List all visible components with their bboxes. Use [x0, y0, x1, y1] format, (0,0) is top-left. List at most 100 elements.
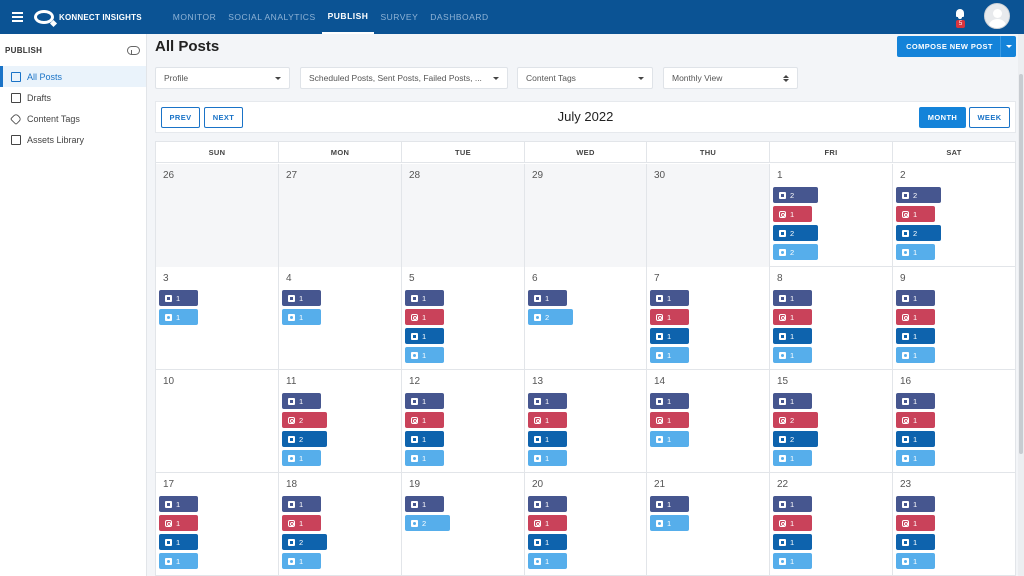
calendar-day-cell[interactable]: 16 1 1 1 1	[893, 370, 1015, 473]
instagram-post-count-chip[interactable]: 1	[773, 309, 812, 325]
facebook-post-count-chip[interactable]: 1	[650, 393, 689, 409]
twitter-post-count-chip[interactable]: 1	[896, 244, 935, 260]
linkedin-post-count-chip[interactable]: 1	[528, 534, 567, 550]
calendar-day-cell[interactable]: 411	[279, 267, 402, 370]
page-scrollbar[interactable]	[1018, 34, 1024, 576]
calendar-day-cell[interactable]: 30	[647, 164, 770, 267]
twitter-post-count-chip[interactable]: 1	[650, 431, 689, 447]
linkedin-post-count-chip[interactable]: 2	[773, 431, 818, 447]
twitter-post-count-chip[interactable]: 1	[405, 450, 444, 466]
twitter-post-count-chip[interactable]: 1	[773, 450, 812, 466]
twitter-post-count-chip[interactable]: 1	[650, 347, 689, 363]
instagram-post-count-chip[interactable]: 1	[159, 515, 198, 531]
twitter-post-count-chip[interactable]: 1	[282, 309, 321, 325]
calendar-day-cell[interactable]: 10	[156, 370, 279, 473]
facebook-post-count-chip[interactable]: 1	[159, 496, 198, 512]
twitter-post-count-chip[interactable]: 1	[405, 347, 444, 363]
facebook-post-count-chip[interactable]: 1	[405, 393, 444, 409]
calendar-day-cell[interactable]: 61 2	[525, 267, 647, 370]
instagram-post-count-chip[interactable]: 1	[405, 412, 444, 428]
twitter-post-count-chip[interactable]: 1	[896, 347, 935, 363]
calendar-day-cell[interactable]: 91111	[893, 267, 1015, 370]
nav-survey[interactable]: SURVEY	[374, 0, 424, 34]
hamburger-menu-icon[interactable]	[2, 0, 32, 34]
profile-filter-select[interactable]: Profile	[155, 67, 290, 89]
twitter-post-count-chip[interactable]: 1	[896, 553, 935, 569]
facebook-post-count-chip[interactable]: 1	[896, 290, 935, 306]
instagram-post-count-chip[interactable]: 1	[773, 206, 812, 222]
linkedin-post-count-chip[interactable]: 1	[528, 431, 567, 447]
calendar-day-cell[interactable]: 27	[279, 164, 402, 267]
facebook-post-count-chip[interactable]: 1	[528, 496, 567, 512]
brand-logo[interactable]: KONNECT INSIGHTS	[34, 10, 142, 24]
facebook-post-count-chip[interactable]: 1	[650, 496, 689, 512]
instagram-post-count-chip[interactable]: 1	[896, 412, 935, 428]
calendar-day-cell[interactable]: 17 1 1 1 1	[156, 473, 279, 576]
linkedin-post-count-chip[interactable]: 1	[896, 431, 935, 447]
month-view-button[interactable]: MONTH	[919, 107, 966, 128]
calendar-day-cell[interactable]: 13 1 1 1 1	[525, 370, 647, 473]
facebook-post-count-chip[interactable]: 1	[282, 290, 321, 306]
twitter-post-count-chip[interactable]: 1	[528, 553, 567, 569]
facebook-post-count-chip[interactable]: 1	[773, 393, 812, 409]
twitter-post-count-chip[interactable]: 2	[528, 309, 573, 325]
compose-new-post-button[interactable]: COMPOSE NEW POST	[897, 36, 1016, 57]
instagram-post-count-chip[interactable]: 2	[282, 412, 327, 428]
calendar-day-cell[interactable]: 26	[156, 164, 279, 267]
instagram-post-count-chip[interactable]: 1	[650, 412, 689, 428]
twitter-post-count-chip[interactable]: 1	[773, 553, 812, 569]
instagram-post-count-chip[interactable]: 1	[528, 515, 567, 531]
twitter-post-count-chip[interactable]: 2	[405, 515, 450, 531]
calendar-day-cell[interactable]: 23 1 1 1 1	[893, 473, 1015, 576]
cloud-upload-icon[interactable]	[127, 45, 140, 55]
instagram-post-count-chip[interactable]: 1	[282, 515, 321, 531]
twitter-post-count-chip[interactable]: 1	[650, 515, 689, 531]
calendar-day-cell[interactable]: 51111	[402, 267, 525, 370]
instagram-post-count-chip[interactable]: 1	[650, 309, 689, 325]
user-avatar[interactable]	[984, 3, 1010, 29]
facebook-post-count-chip[interactable]: 1	[896, 496, 935, 512]
calendar-day-cell[interactable]: 14 1 1 1	[647, 370, 770, 473]
facebook-post-count-chip[interactable]: 1	[282, 496, 321, 512]
post-status-filter-select[interactable]: Scheduled Posts, Sent Posts, Failed Post…	[300, 67, 508, 89]
facebook-post-count-chip[interactable]: 1	[528, 290, 567, 306]
calendar-day-cell[interactable]: 22121	[893, 164, 1015, 267]
instagram-post-count-chip[interactable]: 1	[896, 206, 935, 222]
instagram-post-count-chip[interactable]: 2	[773, 412, 818, 428]
calendar-day-cell[interactable]: 20 1 1 1 1	[525, 473, 647, 576]
facebook-post-count-chip[interactable]: 1	[528, 393, 567, 409]
twitter-post-count-chip[interactable]: 1	[528, 450, 567, 466]
linkedin-post-count-chip[interactable]: 2	[773, 225, 818, 241]
instagram-post-count-chip[interactable]: 1	[896, 515, 935, 531]
nav-social-analytics[interactable]: SOCIAL ANALYTICS	[222, 0, 321, 34]
facebook-post-count-chip[interactable]: 1	[650, 290, 689, 306]
facebook-post-count-chip[interactable]: 2	[773, 187, 818, 203]
calendar-day-cell[interactable]: 81111	[770, 267, 893, 370]
linkedin-post-count-chip[interactable]: 1	[896, 328, 935, 344]
facebook-post-count-chip[interactable]: 1	[896, 393, 935, 409]
twitter-post-count-chip[interactable]: 2	[773, 244, 818, 260]
linkedin-post-count-chip[interactable]: 1	[650, 328, 689, 344]
facebook-post-count-chip[interactable]: 1	[159, 290, 198, 306]
facebook-post-count-chip[interactable]: 1	[773, 496, 812, 512]
nav-dashboard[interactable]: DASHBOARD	[424, 0, 494, 34]
calendar-day-cell[interactable]: 12122	[770, 164, 893, 267]
instagram-post-count-chip[interactable]: 1	[405, 309, 444, 325]
facebook-post-count-chip[interactable]: 1	[405, 496, 444, 512]
linkedin-post-count-chip[interactable]: 1	[773, 328, 812, 344]
sidebar-item-content-tags[interactable]: Content Tags	[0, 108, 146, 129]
nav-monitor[interactable]: MONITOR	[167, 0, 222, 34]
calendar-day-cell[interactable]: 19 1 2	[402, 473, 525, 576]
calendar-day-cell[interactable]: 18 1 1 2 1	[279, 473, 402, 576]
linkedin-post-count-chip[interactable]: 2	[896, 225, 941, 241]
sidebar-item-all-posts[interactable]: All Posts	[0, 66, 146, 87]
calendar-day-cell[interactable]: 28	[402, 164, 525, 267]
linkedin-post-count-chip[interactable]: 1	[405, 431, 444, 447]
calendar-day-cell[interactable]: 29	[525, 164, 647, 267]
calendar-day-cell[interactable]: 311	[156, 267, 279, 370]
calendar-day-cell[interactable]: 71111	[647, 267, 770, 370]
linkedin-post-count-chip[interactable]: 2	[282, 431, 327, 447]
twitter-post-count-chip[interactable]: 1	[282, 553, 321, 569]
instagram-post-count-chip[interactable]: 1	[528, 412, 567, 428]
week-view-button[interactable]: WEEK	[969, 107, 1010, 128]
